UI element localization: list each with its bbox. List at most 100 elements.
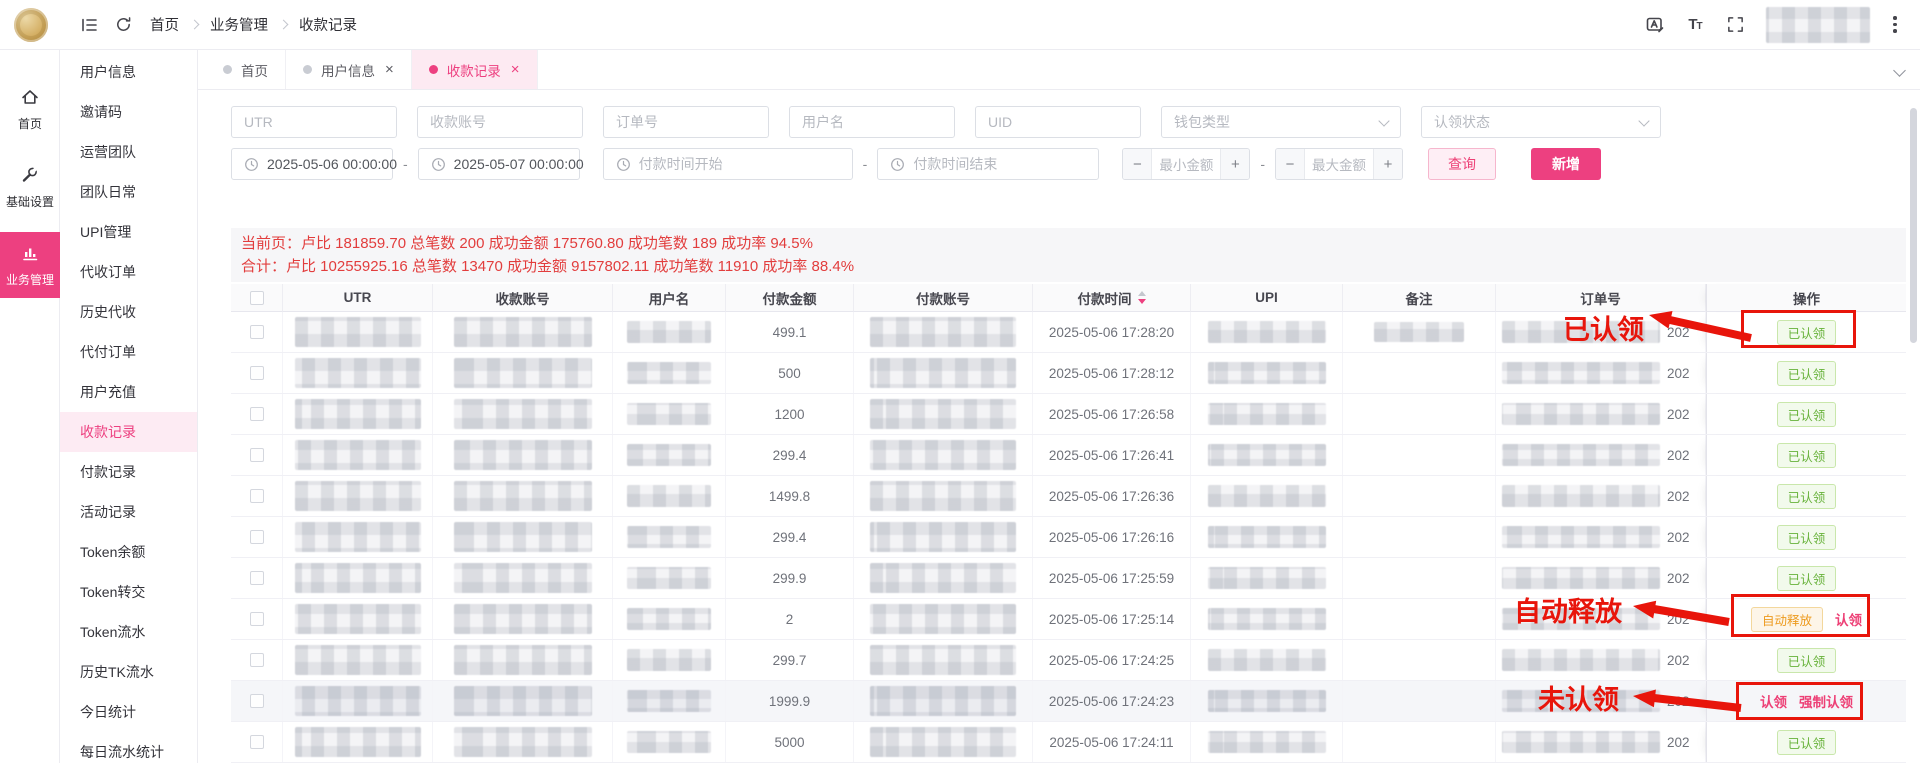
sidebar-collapse-icon[interactable] bbox=[72, 8, 106, 42]
row-checkbox[interactable] bbox=[250, 407, 264, 421]
claimed-tag: 已认领 bbox=[1777, 443, 1837, 468]
rail-item-home[interactable]: 首页 bbox=[0, 76, 60, 142]
select-all-checkbox[interactable] bbox=[250, 291, 264, 305]
minus-button[interactable]: − bbox=[1276, 149, 1305, 179]
plus-button[interactable]: + bbox=[1373, 149, 1402, 179]
sidebar-item-1[interactable]: 邀请码 bbox=[60, 92, 197, 132]
translate-icon[interactable] bbox=[1638, 8, 1672, 42]
font-size-icon[interactable]: TT bbox=[1678, 8, 1712, 42]
sidebar-item-label: Token余额 bbox=[80, 544, 145, 560]
add-button[interactable]: 新增 bbox=[1531, 148, 1601, 180]
redacted-account bbox=[454, 645, 592, 675]
breadcrumb-business[interactable]: 业务管理 bbox=[210, 14, 268, 35]
pay-account-cell bbox=[854, 312, 1033, 352]
sidebar-item-15[interactable]: 历史TK流水 bbox=[60, 652, 197, 692]
filter-input-2[interactable] bbox=[603, 106, 769, 138]
redacted-account bbox=[454, 604, 592, 634]
pay-time-start-input[interactable]: 付款时间开始 bbox=[603, 148, 853, 180]
redacted-pay-account bbox=[870, 604, 1016, 634]
min-amount-placeholder[interactable]: 最小金额 bbox=[1152, 149, 1220, 179]
redacted-pay-account bbox=[870, 399, 1016, 429]
redacted-order bbox=[1502, 362, 1660, 384]
filter-input-4[interactable] bbox=[975, 106, 1141, 138]
row-checkbox-cell bbox=[231, 394, 283, 434]
receive-account-cell bbox=[433, 476, 613, 516]
table-row-2: 12002025-05-06 17:26:58202已认领 bbox=[231, 394, 1906, 435]
column-title: 付款金额 bbox=[763, 288, 817, 308]
sidebar-item-0[interactable]: 用户信息 bbox=[60, 52, 197, 92]
sidebar-item-7[interactable]: 代付订单 bbox=[60, 332, 197, 372]
date-from-input[interactable]: 2025-05-06 00:00:00 bbox=[231, 148, 393, 180]
date-to-value: 2025-05-07 00:00:00 bbox=[454, 156, 584, 172]
row-checkbox[interactable] bbox=[250, 366, 264, 380]
date-to-input[interactable]: 2025-05-07 00:00:00 bbox=[418, 148, 580, 180]
utr-cell bbox=[283, 599, 433, 639]
row-checkbox[interactable] bbox=[250, 325, 264, 339]
tab-close-icon[interactable]: × bbox=[511, 62, 520, 77]
tab-2[interactable]: 收款记录× bbox=[412, 50, 538, 89]
rail-item-settings[interactable]: 基础设置 bbox=[0, 154, 60, 220]
sidebar-item-12[interactable]: Token余额 bbox=[60, 532, 197, 572]
redacted-utr bbox=[295, 358, 421, 388]
sidebar-item-13[interactable]: Token转交 bbox=[60, 572, 197, 612]
sidebar-item-14[interactable]: Token流水 bbox=[60, 612, 197, 652]
sidebar-item-4[interactable]: UPI管理 bbox=[60, 212, 197, 252]
tab-1[interactable]: 用户信息× bbox=[286, 50, 412, 89]
redacted-account bbox=[454, 563, 592, 593]
page-content: 钱包类型认领状态 2025-05-06 00:00:00 - 2025-05-0… bbox=[198, 90, 1920, 763]
pay-account-cell bbox=[854, 476, 1033, 516]
row-checkbox-cell bbox=[231, 517, 283, 557]
breadcrumb-separator-icon bbox=[279, 20, 289, 30]
filter-input-3[interactable] bbox=[789, 106, 955, 138]
plus-button[interactable]: + bbox=[1220, 149, 1249, 179]
refresh-icon[interactable] bbox=[106, 8, 140, 42]
row-checkbox[interactable] bbox=[250, 735, 264, 749]
sidebar-item-17[interactable]: 每日流水统计 bbox=[60, 732, 197, 763]
column-title: 操作 bbox=[1793, 288, 1820, 308]
sidebar-item-16[interactable]: 今日统计 bbox=[60, 692, 197, 732]
row-checkbox[interactable] bbox=[250, 448, 264, 462]
filter-select-0[interactable]: 钱包类型 bbox=[1161, 106, 1401, 138]
sort-icon[interactable] bbox=[1138, 291, 1146, 304]
redacted-account bbox=[454, 358, 592, 388]
row-checkbox[interactable] bbox=[250, 489, 264, 503]
username-cell bbox=[613, 599, 726, 639]
sidebar-item-6[interactable]: 历史代收 bbox=[60, 292, 197, 332]
search-button[interactable]: 查询 bbox=[1428, 148, 1496, 180]
column-title: 付款时间 bbox=[1078, 288, 1132, 308]
sidebar-item-label: 历史TK流水 bbox=[80, 664, 154, 680]
user-avatar[interactable] bbox=[1766, 7, 1870, 43]
row-checkbox[interactable] bbox=[250, 653, 264, 667]
sidebar-item-10[interactable]: 付款记录 bbox=[60, 452, 197, 492]
table-header: UTR收款账号用户名付款金额付款账号付款时间UPI备注订单号操作 bbox=[231, 284, 1906, 312]
sidebar-item-5[interactable]: 代收订单 bbox=[60, 252, 197, 292]
fullscreen-icon[interactable] bbox=[1718, 8, 1752, 42]
max-amount-placeholder[interactable]: 最大金额 bbox=[1305, 149, 1373, 179]
vertical-scrollbar[interactable] bbox=[1910, 108, 1917, 343]
row-checkbox[interactable] bbox=[250, 571, 264, 585]
sidebar-item-9[interactable]: 收款记录 bbox=[60, 412, 197, 452]
redacted-username bbox=[627, 321, 711, 343]
tab-0[interactable]: 首页 bbox=[206, 50, 286, 89]
tab-close-icon[interactable]: × bbox=[385, 62, 394, 77]
records-table: UTR收款账号用户名付款金额付款账号付款时间UPI备注订单号操作 499.120… bbox=[231, 284, 1906, 763]
pay-time-value: 2025-05-06 17:24:25 bbox=[1049, 653, 1174, 668]
filter-input-1[interactable] bbox=[417, 106, 583, 138]
filter-input-0[interactable] bbox=[231, 106, 397, 138]
minus-button[interactable]: − bbox=[1123, 149, 1152, 179]
sidebar-item-11[interactable]: 活动记录 bbox=[60, 492, 197, 532]
redacted-pay-account bbox=[870, 358, 1016, 388]
breadcrumb-home[interactable]: 首页 bbox=[150, 14, 179, 35]
sidebar-item-8[interactable]: 用户充值 bbox=[60, 372, 197, 412]
more-menu-icon[interactable] bbox=[1884, 16, 1906, 33]
sidebar-item-3[interactable]: 团队日常 bbox=[60, 172, 197, 212]
tabbar-chevron-down-icon[interactable] bbox=[1893, 64, 1906, 77]
redacted-pay-account bbox=[870, 645, 1016, 675]
row-checkbox[interactable] bbox=[250, 694, 264, 708]
filter-select-1[interactable]: 认领状态 bbox=[1421, 106, 1661, 138]
pay-time-end-input[interactable]: 付款时间结束 bbox=[877, 148, 1099, 180]
row-checkbox[interactable] bbox=[250, 530, 264, 544]
rail-item-business[interactable]: 业务管理 bbox=[0, 232, 60, 298]
sidebar-item-2[interactable]: 运营团队 bbox=[60, 132, 197, 172]
row-checkbox[interactable] bbox=[250, 612, 264, 626]
